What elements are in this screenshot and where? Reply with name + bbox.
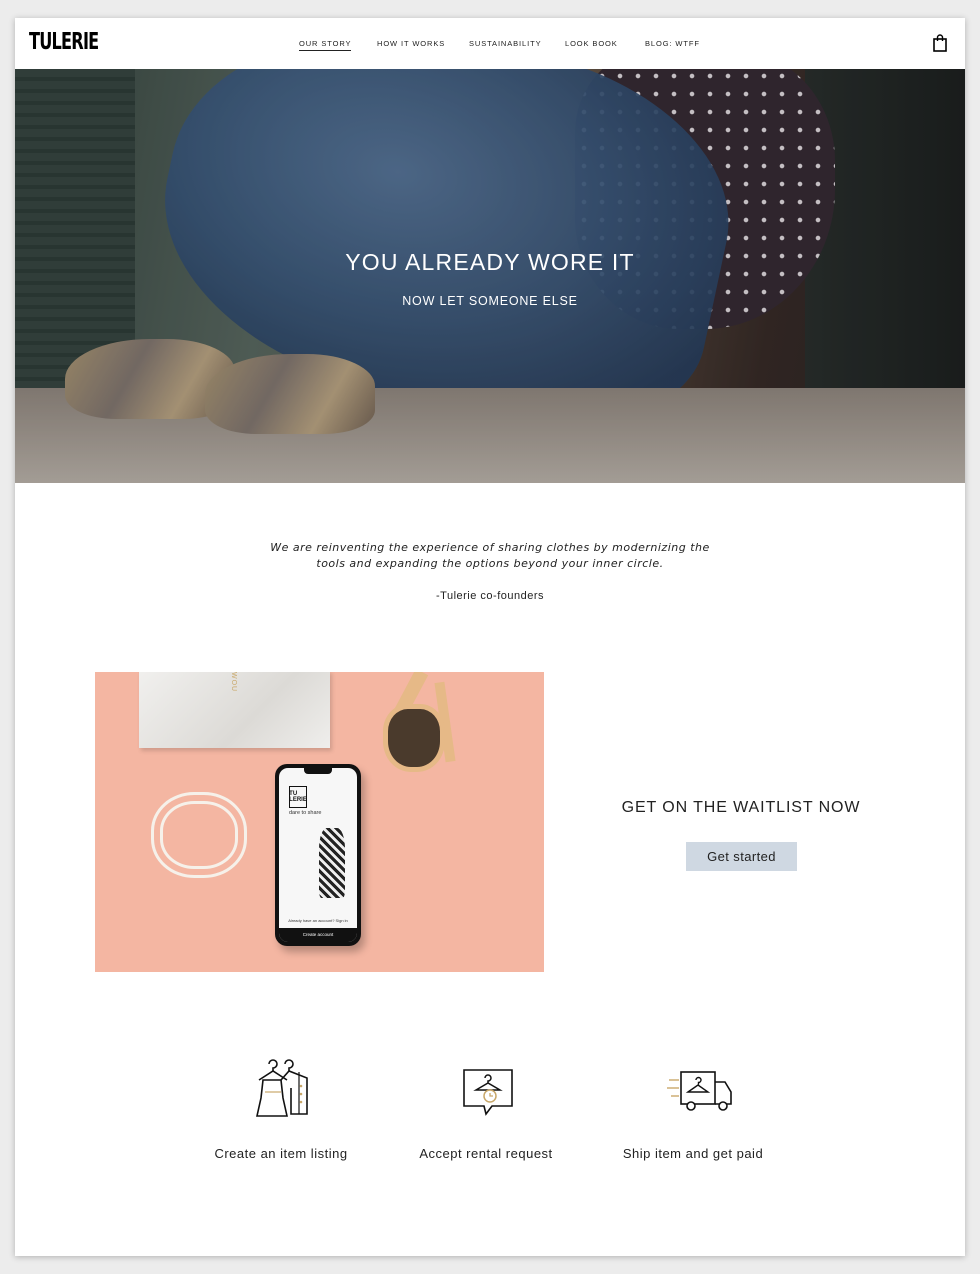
waitlist-title: GET ON THE WAITLIST NOW xyxy=(621,799,861,816)
hero-overlay xyxy=(15,69,965,483)
site-header: TULERIE OUR STORY HOW IT WORKS SUSTAINAB… xyxy=(15,18,965,69)
delivery-truck-icon xyxy=(667,1071,732,1111)
phone-tagline: dare to share xyxy=(289,810,322,816)
quote-author: -Tulerie co-founders xyxy=(435,590,545,602)
sunglasses-lens xyxy=(383,704,445,772)
step-label: Ship item and get paid xyxy=(622,1146,764,1161)
get-started-button[interactable]: Get started xyxy=(686,842,797,871)
phone-screen: TU LERIE dare to share Already have an a… xyxy=(279,768,357,942)
hero-title: YOU ALREADY WORE IT xyxy=(345,249,635,275)
phone-account-text: Already have an account? Sign in xyxy=(288,918,348,923)
phone-mockup: TU LERIE dare to share Already have an a… xyxy=(275,764,361,946)
step-ship-item: Ship item and get paid xyxy=(593,1058,793,1178)
nav-look-book[interactable]: LOOK BOOK xyxy=(565,39,618,48)
phone-notch xyxy=(304,768,332,774)
main-nav: OUR STORY HOW IT WORKS SUSTAINABILITY LO… xyxy=(15,39,965,53)
marble-notebook: WOU xyxy=(139,672,330,748)
rental-request-icon xyxy=(463,1069,513,1116)
nav-blog-wtff[interactable]: BLOG: WTFF xyxy=(645,39,700,48)
hero-subtitle: NOW LET SOMEONE ELSE xyxy=(402,294,578,308)
step-label: Accept rental request xyxy=(419,1146,553,1161)
quote-line-2: tools and expanding the options beyond y… xyxy=(316,557,664,570)
step-accept-request: Accept rental request xyxy=(386,1058,586,1178)
page: TULERIE OUR STORY HOW IT WORKS SUSTAINAB… xyxy=(15,18,965,1256)
quote-line-1: We are reinventing the experience of sha… xyxy=(270,541,710,554)
phone-app-logo: TU LERIE xyxy=(289,786,307,808)
phone-create-account: Create account xyxy=(279,928,357,942)
mission-quote: We are reinventing the experience of sha… xyxy=(15,540,965,572)
nav-how-it-works[interactable]: HOW IT WORKS xyxy=(377,39,445,48)
phone-dress-image xyxy=(319,828,345,898)
step-create-listing: Create an item listing xyxy=(181,1058,381,1178)
app-promo-photo: WOU TU LERIE dare to share Already have … xyxy=(95,672,544,972)
step-label: Create an item listing xyxy=(214,1146,348,1161)
nav-sustainability[interactable]: SUSTAINABILITY xyxy=(469,39,541,48)
notebook-text: WOU xyxy=(230,672,237,693)
hero-banner: YOU ALREADY WORE IT NOW LET SOMEONE ELSE xyxy=(15,69,965,483)
clothes-hanger-icon xyxy=(256,1059,308,1117)
earbuds xyxy=(151,792,247,878)
shopping-bag-icon[interactable] xyxy=(933,34,947,52)
nav-our-story[interactable]: OUR STORY xyxy=(299,39,352,51)
